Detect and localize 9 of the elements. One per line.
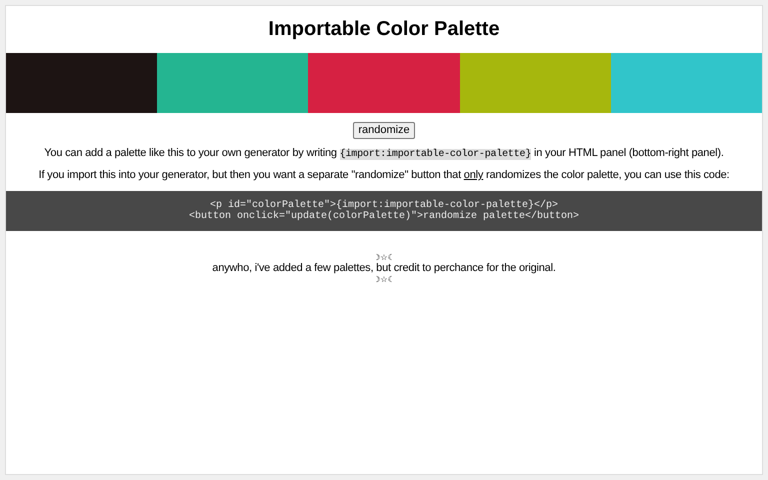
randomize-button[interactable]: randomize	[353, 122, 415, 139]
ornament: ☽☆☾	[373, 274, 395, 285]
import-note-paragraph: If you import this into your generator, but then you want a separate "randomize" button that only randomizes the color palette, you can use this code:	[38, 168, 730, 183]
code-line: <p id="colorPalette">{import:importable-color-palette}</p>	[210, 200, 558, 211]
ornament: ☽☆☾	[373, 252, 395, 263]
page-title: Importable Color Palette	[268, 17, 500, 41]
intro-paragraph: You can add a palette like this to your own generator by writing {import:importable-color-palette} in your HTML panel (bottom-right panel).	[44, 146, 724, 162]
footer-text: anywho, i've added a few palettes, but credit to perchance for the original.	[212, 263, 556, 274]
code-line: <button onclick="update(colorPalette)">randomize palette</button>	[188, 211, 580, 222]
